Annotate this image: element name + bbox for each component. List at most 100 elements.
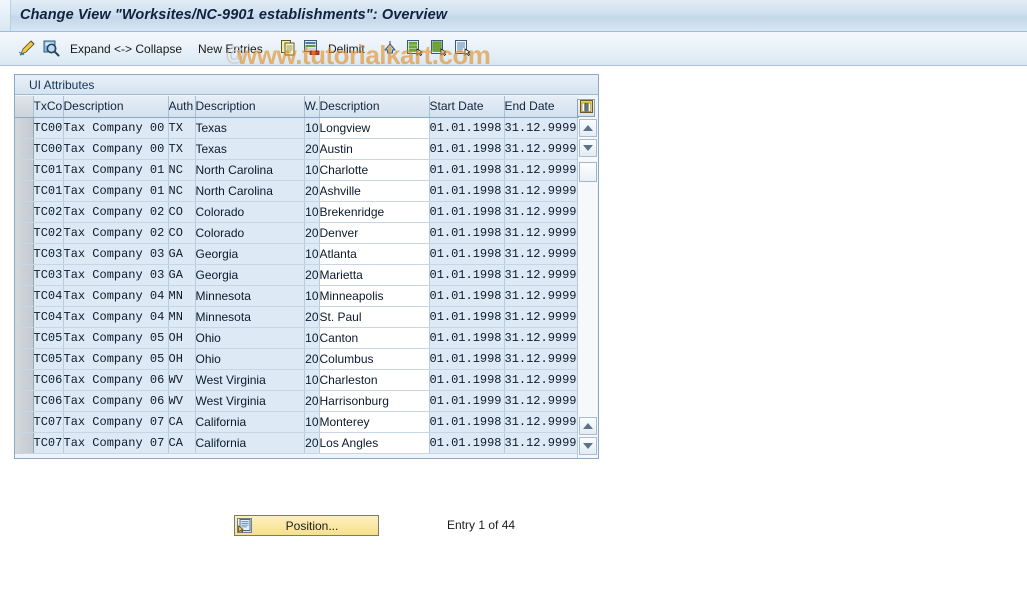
row-cell-start-date[interactable]: 01.01.1998: [429, 264, 505, 286]
scroll-page-down-button[interactable]: [579, 437, 597, 455]
row-cell-description2[interactable]: Georgia: [195, 243, 305, 265]
row-cell-end-date[interactable]: 31.12.9999: [504, 117, 579, 139]
row-cell-start-date[interactable]: 01.01.1998: [429, 117, 505, 139]
row-selector-cell[interactable]: [15, 138, 34, 160]
row-cell-txco[interactable]: TC03: [33, 264, 64, 286]
row-cell-txco[interactable]: TC02: [33, 201, 64, 223]
row-cell-start-date[interactable]: 01.01.1998: [429, 243, 505, 265]
row-cell-description3[interactable]: Ashville: [319, 180, 430, 202]
row-cell-description1[interactable]: Tax Company 04: [63, 285, 169, 307]
row-selector-cell[interactable]: [15, 201, 34, 223]
row-cell-description3[interactable]: Harrisonburg: [319, 390, 430, 412]
row-cell-description2[interactable]: California: [195, 411, 305, 433]
row-cell-w[interactable]: 10: [304, 411, 320, 433]
table-vertical-scrollbar[interactable]: [577, 118, 597, 458]
row-cell-description2[interactable]: Ohio: [195, 348, 305, 370]
row-selector-cell[interactable]: [15, 327, 34, 349]
row-cell-txco[interactable]: TC00: [33, 117, 64, 139]
row-cell-w[interactable]: 20: [304, 390, 320, 412]
row-cell-start-date[interactable]: 01.01.1998: [429, 222, 505, 244]
row-cell-w[interactable]: 20: [304, 306, 320, 328]
table-row[interactable]: TC03 Tax Company 03 GA Georgia 10 Atlanta 01.0…: [15, 243, 579, 265]
row-selector-cell[interactable]: [15, 411, 34, 433]
column-header-description2[interactable]: Description: [195, 96, 305, 118]
row-cell-description3[interactable]: Minneapolis: [319, 285, 430, 307]
column-header-txco[interactable]: TxCo: [33, 96, 64, 118]
row-cell-txco[interactable]: TC01: [33, 159, 64, 181]
row-selector-cell[interactable]: [15, 180, 34, 202]
table-row[interactable]: TC00 Tax Company 00 TX Texas 20 Austin 01.01.1…: [15, 138, 579, 160]
row-cell-w[interactable]: 20: [304, 138, 320, 160]
column-header-start-date[interactable]: Start Date: [429, 96, 505, 118]
select-block-button[interactable]: [454, 32, 471, 66]
row-cell-w[interactable]: 10: [304, 159, 320, 181]
row-cell-description1[interactable]: Tax Company 03: [63, 243, 169, 265]
row-cell-description1[interactable]: Tax Company 05: [63, 327, 169, 349]
row-cell-description2[interactable]: Texas: [195, 117, 305, 139]
row-cell-auth[interactable]: CA: [168, 411, 196, 433]
undo-button[interactable]: [382, 32, 400, 66]
row-cell-description1[interactable]: Tax Company 01: [63, 159, 169, 181]
row-cell-auth[interactable]: TX: [168, 117, 196, 139]
row-cell-description3[interactable]: Los Angles: [319, 432, 430, 454]
table-row[interactable]: TC02 Tax Company 02 CO Colorado 10 Brekenridg…: [15, 201, 579, 223]
row-cell-w[interactable]: 20: [304, 348, 320, 370]
row-cell-description1[interactable]: Tax Company 03: [63, 264, 169, 286]
column-header-description1[interactable]: Description: [63, 96, 169, 118]
row-cell-w[interactable]: 20: [304, 432, 320, 454]
row-cell-description2[interactable]: North Carolina: [195, 159, 305, 181]
row-cell-description2[interactable]: West Virginia: [195, 369, 305, 391]
row-cell-w[interactable]: 10: [304, 327, 320, 349]
row-cell-auth[interactable]: OH: [168, 327, 196, 349]
table-row[interactable]: TC01 Tax Company 01 NC North Carolina 10 Char…: [15, 159, 579, 181]
row-cell-end-date[interactable]: 31.12.9999: [504, 306, 579, 328]
row-cell-w[interactable]: 20: [304, 222, 320, 244]
delimit-button[interactable]: Delimit: [328, 32, 365, 66]
row-selector-cell[interactable]: [15, 390, 34, 412]
delete-button[interactable]: [303, 32, 320, 66]
row-selector-cell[interactable]: [15, 159, 34, 181]
row-cell-start-date[interactable]: 01.01.1998: [429, 369, 505, 391]
row-cell-auth[interactable]: NC: [168, 180, 196, 202]
row-cell-txco[interactable]: TC06: [33, 390, 64, 412]
row-cell-w[interactable]: 10: [304, 285, 320, 307]
row-selector-cell[interactable]: [15, 369, 34, 391]
row-selector-cell[interactable]: [15, 285, 34, 307]
row-cell-end-date[interactable]: 31.12.9999: [504, 327, 579, 349]
table-row[interactable]: TC07 Tax Company 07 CA California 20 Los Angl…: [15, 432, 579, 454]
row-cell-start-date[interactable]: 01.01.1998: [429, 285, 505, 307]
row-cell-start-date[interactable]: 01.01.1998: [429, 159, 505, 181]
row-cell-description1[interactable]: Tax Company 02: [63, 201, 169, 223]
row-cell-end-date[interactable]: 31.12.9999: [504, 432, 579, 454]
row-cell-auth[interactable]: NC: [168, 159, 196, 181]
row-selector-cell[interactable]: [15, 306, 34, 328]
row-cell-start-date[interactable]: 01.01.1998: [429, 201, 505, 223]
row-cell-description1[interactable]: Tax Company 06: [63, 369, 169, 391]
table-row[interactable]: TC05 Tax Company 05 OH Ohio 20 Columbus 01.01.…: [15, 348, 579, 370]
row-cell-description1[interactable]: Tax Company 02: [63, 222, 169, 244]
scroll-up-button[interactable]: [579, 119, 597, 137]
row-cell-txco[interactable]: TC02: [33, 222, 64, 244]
row-cell-txco[interactable]: TC00: [33, 138, 64, 160]
row-cell-w[interactable]: 20: [304, 264, 320, 286]
row-cell-description1[interactable]: Tax Company 01: [63, 180, 169, 202]
row-cell-description2[interactable]: Colorado: [195, 222, 305, 244]
row-cell-w[interactable]: 10: [304, 201, 320, 223]
row-cell-description2[interactable]: California: [195, 432, 305, 454]
table-row[interactable]: TC06 Tax Company 06 WV West Virginia 20 Harri…: [15, 390, 579, 412]
row-cell-txco[interactable]: TC05: [33, 348, 64, 370]
table-row[interactable]: TC04 Tax Company 04 MN Minnesota 10 Minneapol…: [15, 285, 579, 307]
row-cell-txco[interactable]: TC07: [33, 432, 64, 454]
data-grid[interactable]: TxCo Description Auth Description W. Des…: [15, 96, 598, 458]
row-cell-auth[interactable]: MN: [168, 285, 196, 307]
row-cell-description1[interactable]: Tax Company 00: [63, 138, 169, 160]
row-cell-description2[interactable]: North Carolina: [195, 180, 305, 202]
row-cell-txco[interactable]: TC07: [33, 411, 64, 433]
row-cell-description3[interactable]: St. Paul: [319, 306, 430, 328]
row-cell-auth[interactable]: CO: [168, 201, 196, 223]
row-cell-auth[interactable]: WV: [168, 390, 196, 412]
row-cell-start-date[interactable]: 01.01.1998: [429, 180, 505, 202]
row-cell-start-date[interactable]: 01.01.1998: [429, 138, 505, 160]
row-cell-auth[interactable]: GA: [168, 243, 196, 265]
row-cell-description1[interactable]: Tax Company 07: [63, 411, 169, 433]
